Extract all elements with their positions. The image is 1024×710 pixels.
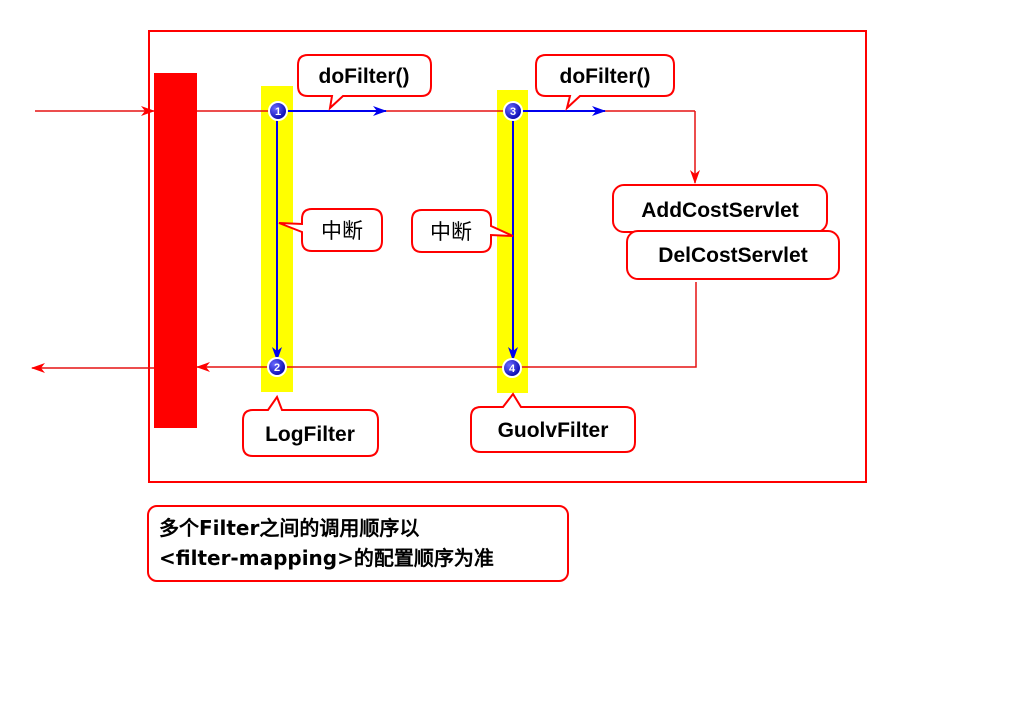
interrupt-label-2: 中断: [430, 220, 472, 244]
interrupt-callout-1: 中断: [278, 208, 383, 252]
marker-2-label: 2: [274, 362, 280, 374]
log-filter-callout: LogFilter: [242, 394, 379, 457]
marker-3: 3: [503, 101, 523, 121]
guolv-filter-callout: GuolvFilter: [470, 392, 636, 453]
marker-1-label: 1: [275, 106, 281, 118]
marker-3-label: 3: [510, 106, 516, 118]
del-cost-servlet-label: DelCostServlet: [658, 244, 807, 267]
marker-4: 4: [502, 358, 522, 378]
marker-2: 2: [267, 357, 287, 377]
interrupt-label-1: 中断: [321, 219, 363, 243]
log-filter-label: LogFilter: [265, 423, 355, 446]
guolv-filter-label: GuolvFilter: [498, 419, 609, 442]
marker-4-label: 4: [509, 363, 516, 375]
del-cost-servlet-box: DelCostServlet: [626, 230, 840, 280]
note-line-2: <filter-mapping>的配置顺序为准: [159, 546, 494, 570]
dofilter-label-1: doFilter(): [319, 65, 410, 88]
dofilter-label-2: doFilter(): [560, 65, 651, 88]
dofilter-callout-1: doFilter(): [297, 54, 432, 111]
container-block: [154, 73, 197, 428]
dofilter-callout-2: doFilter(): [535, 54, 675, 112]
note-box: 多个Filter之间的调用顺序以 <filter-mapping>的配置顺序为准: [147, 505, 569, 582]
note-line-1: 多个Filter之间的调用顺序以: [159, 516, 420, 540]
filter-chain-diagram: doFilter() doFilter() 中断 中断 AddCostServl…: [31, 30, 867, 483]
add-cost-servlet-label: AddCostServlet: [641, 199, 799, 222]
marker-1: 1: [268, 101, 288, 121]
add-cost-servlet-box: AddCostServlet: [612, 184, 828, 233]
